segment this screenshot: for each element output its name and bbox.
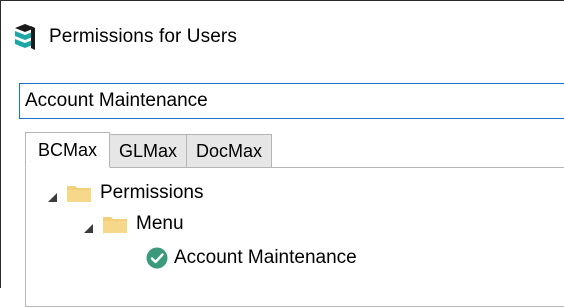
tab-bcmax[interactable]: BCMax (25, 132, 111, 168)
tree-node-account-maintenance[interactable]: Account Maintenance (146, 244, 357, 272)
check-circle-icon (146, 247, 168, 269)
tab-docmax[interactable]: DocMax (186, 134, 273, 168)
expanded-triangle-icon[interactable] (82, 218, 94, 233)
tab-content: Permissions Menu Account Maintenance (25, 167, 564, 307)
permission-combo[interactable]: Account Maintenance (19, 83, 564, 119)
folder-icon (102, 214, 128, 234)
stack-icon (11, 22, 39, 52)
tab-glmax[interactable]: GLMax (109, 134, 188, 168)
tree-node-menu[interactable]: Menu (82, 210, 184, 238)
combo-value: Account Maintenance (25, 90, 208, 111)
tree-node-label: Menu (136, 213, 184, 234)
tree-node-permissions[interactable]: Permissions (46, 179, 203, 207)
tree-node-label: Permissions (100, 182, 204, 203)
expanded-triangle-icon[interactable] (46, 187, 58, 202)
window-title: Permissions for Users (49, 26, 237, 47)
folder-icon (66, 183, 92, 203)
tree-node-label: Account Maintenance (174, 247, 357, 268)
title-bar: Permissions for Users (11, 21, 551, 53)
tab-strip: BCMax GLMax DocMax (25, 132, 273, 168)
permissions-window: Permissions for Users Account Maintenanc… (0, 0, 564, 307)
